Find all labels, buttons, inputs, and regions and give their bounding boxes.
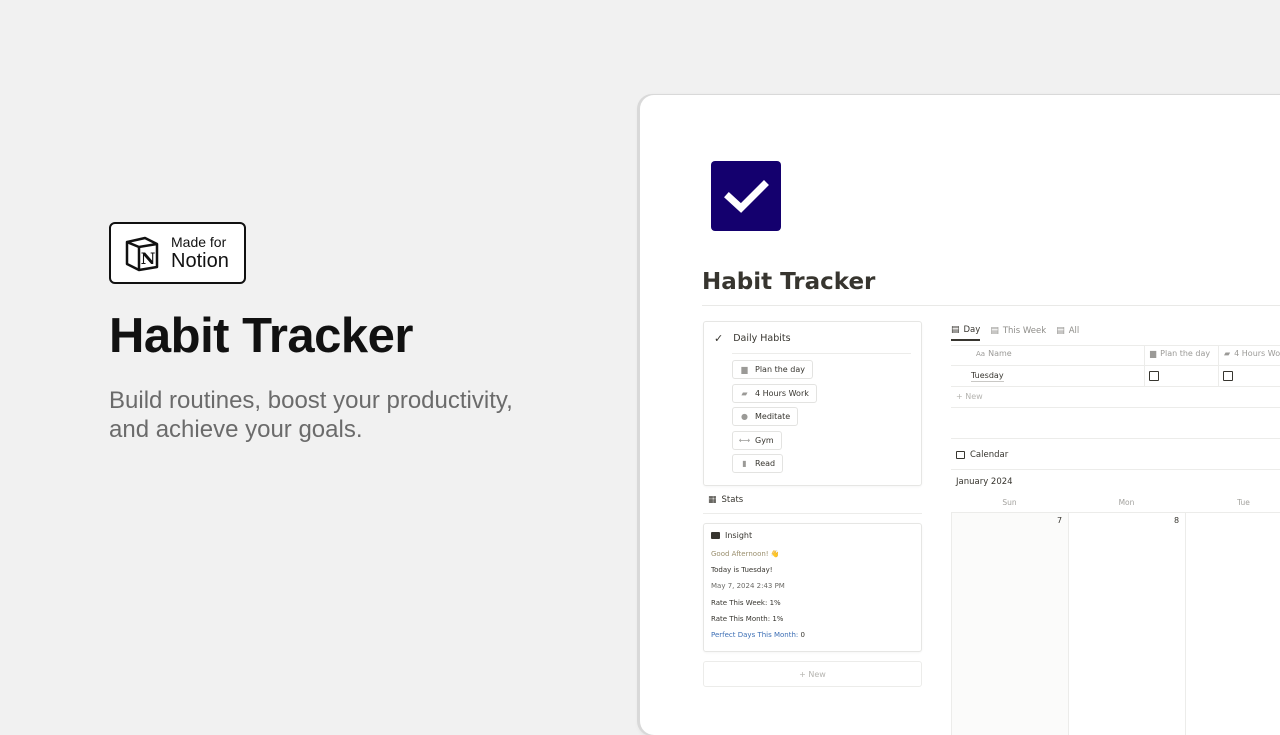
- row-name-tuesday[interactable]: Tuesday: [971, 371, 1004, 382]
- calendar-icon: [956, 451, 965, 459]
- divider: [951, 407, 1280, 408]
- tab-label: This Week: [1002, 326, 1047, 336]
- made-for-notion-badge: N Made for Notion: [109, 222, 246, 284]
- calendar-heading[interactable]: Calendar: [956, 450, 1008, 460]
- rate-month-row: Rate This Month: 1%: [711, 615, 783, 623]
- perfect-days-label: Perfect Days This Month:: [711, 631, 799, 639]
- column-header-plan-the-day[interactable]: ▆ Plan the day: [1150, 349, 1210, 358]
- divider: [1144, 345, 1145, 387]
- day-number: 7: [1057, 516, 1063, 525]
- habit-chip-gym[interactable]: ⟷ Gym: [732, 431, 782, 450]
- page-icon[interactable]: [711, 161, 781, 231]
- stats-label: Stats: [721, 495, 744, 505]
- daily-habits-heading: Daily Habits: [733, 333, 791, 344]
- calendar-icon: ▆: [1150, 349, 1157, 358]
- divider: [951, 365, 1280, 366]
- habit-label: 4 Hours Work: [755, 389, 809, 398]
- badge-line1: Made for: [171, 234, 227, 250]
- tab-this-week[interactable]: ▤ This Week: [990, 325, 1046, 341]
- stats-heading[interactable]: ▦ Stats: [708, 495, 743, 505]
- badge-line2: Notion: [171, 250, 229, 272]
- divider: [732, 353, 911, 354]
- divider: [951, 345, 1280, 346]
- habit-label: Read: [755, 459, 776, 468]
- divider: [951, 386, 1280, 387]
- briefcase-icon: ▰: [1224, 349, 1231, 358]
- perfect-days-row: Perfect Days This Month: 0: [711, 631, 805, 639]
- chart-icon: [711, 532, 720, 539]
- weekday-tue: Tue: [1237, 498, 1250, 507]
- dumbbell-icon: ⟷: [738, 436, 751, 445]
- tab-label: All: [1068, 326, 1080, 336]
- rate-month-value: 1%: [772, 615, 784, 623]
- day-number: 8: [1174, 516, 1180, 525]
- tab-day[interactable]: ▤ Day: [951, 325, 981, 341]
- weekday-mon: Mon: [1118, 498, 1135, 507]
- habit-label: Gym: [755, 436, 774, 445]
- calendar-cell-sun[interactable]: [951, 513, 1068, 735]
- habit-chip-meditate[interactable]: ● Meditate: [732, 407, 799, 426]
- gallery-icon: ▦: [708, 495, 717, 505]
- column-header-4-hours-work[interactable]: ▰ 4 Hours Wo: [1224, 349, 1280, 358]
- datetime-text: May 7, 2024 2:43 PM: [711, 582, 785, 590]
- checkmark-icon: [724, 180, 769, 213]
- table-icon: ▤: [951, 325, 960, 335]
- habit-label: Meditate: [755, 412, 791, 421]
- title-divider: [702, 305, 1280, 306]
- rate-week-label: Rate This Week:: [711, 599, 768, 607]
- column-label: Plan the day: [1160, 349, 1211, 358]
- daily-habits-card: ✓ Daily Habits ▆ Plan the day ▰ 4 Hours …: [703, 321, 922, 486]
- divider: [951, 469, 1280, 470]
- tab-all[interactable]: ▤ All: [1056, 325, 1079, 341]
- column-label: Name: [988, 349, 1012, 358]
- today-text: Today is Tuesday!: [711, 566, 773, 574]
- divider: [951, 512, 952, 735]
- divider: [951, 438, 1280, 439]
- rate-month-label: Rate This Month:: [711, 615, 771, 623]
- habit-chip-plan-the-day[interactable]: ▆ Plan the day: [732, 360, 813, 379]
- table-icon: ▤: [990, 326, 999, 336]
- column-label: 4 Hours Wo: [1234, 349, 1280, 358]
- table-new-button[interactable]: + New: [956, 392, 983, 401]
- notion-page-window: Habit Tracker ✓ Daily Habits ▆ Plan the …: [640, 95, 1280, 735]
- divider: [1185, 512, 1186, 735]
- greeting-text: Good Afternoon! 👋: [711, 550, 780, 558]
- page-title[interactable]: Habit Tracker: [702, 269, 875, 295]
- insight-card[interactable]: Insight Good Afternoon! 👋 Today is Tuesd…: [703, 523, 922, 652]
- calendar-cell-tue[interactable]: [1186, 513, 1280, 735]
- table-icon: ▤: [1056, 326, 1065, 336]
- insight-heading-row: Insight: [711, 531, 752, 540]
- perfect-days-value: 0: [800, 631, 805, 639]
- rate-week-value: 1%: [769, 599, 781, 607]
- meditate-icon: ●: [741, 412, 748, 421]
- divider: [1218, 345, 1219, 387]
- column-header-name[interactable]: Aa Name: [976, 349, 1012, 358]
- stats-new-button[interactable]: + New: [703, 661, 922, 687]
- svg-text:N: N: [141, 249, 156, 268]
- checkbox-plan-the-day[interactable]: [1149, 371, 1159, 381]
- view-tabs: ▤ Day ▤ This Week ▤ All: [951, 325, 1089, 341]
- book-icon: ▮: [742, 459, 747, 468]
- weekday-sun: Sun: [1002, 498, 1017, 507]
- divider: [1068, 512, 1069, 735]
- calendar-cell-mon[interactable]: [1069, 513, 1185, 735]
- checkmark-icon: ✓: [714, 332, 724, 345]
- habit-chip-4-hours-work[interactable]: ▰ 4 Hours Work: [732, 384, 817, 403]
- insight-heading: Insight: [725, 531, 753, 540]
- calendar-month: January 2024: [956, 477, 1013, 487]
- notion-logo-icon: N: [123, 234, 161, 272]
- tab-label: Day: [963, 325, 981, 335]
- divider: [703, 513, 922, 514]
- text-property-icon: Aa: [976, 349, 986, 358]
- checkbox-4-hours-work[interactable]: [1223, 371, 1233, 381]
- hero-subtitle: Build routines, boost your productivity,…: [109, 387, 513, 443]
- calendar-label: Calendar: [970, 450, 1009, 460]
- calendar-icon: ▆: [741, 365, 748, 374]
- habit-label: Plan the day: [755, 365, 805, 374]
- briefcase-icon: ▰: [741, 389, 748, 398]
- hero-title: Habit Tracker: [109, 309, 414, 363]
- habit-chip-read[interactable]: ▮ Read: [732, 454, 784, 473]
- rate-week-row: Rate This Week: 1%: [711, 599, 781, 607]
